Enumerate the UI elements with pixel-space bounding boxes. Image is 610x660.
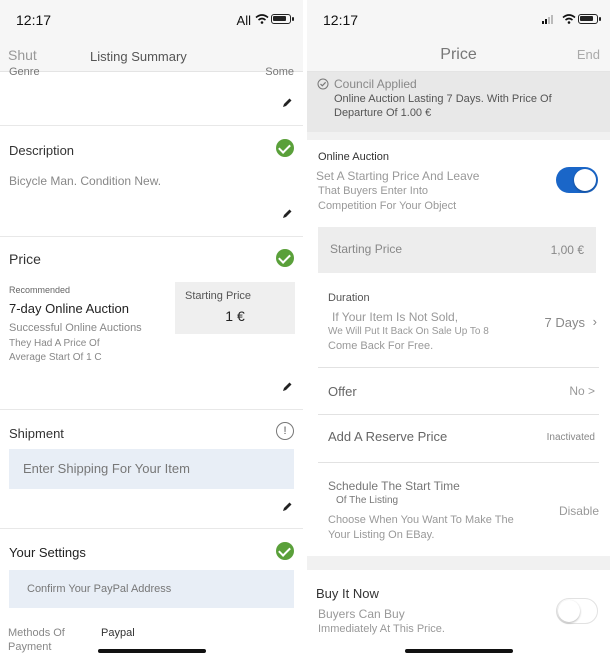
settings-title: Your Settings (9, 545, 86, 560)
page-title: Listing Summary (90, 49, 187, 64)
paypal-field[interactable]: Confirm Your PayPal Address (9, 570, 294, 608)
listing-summary-screen: 12:17 All Shut Listing Summary Genre Som… (0, 0, 303, 660)
online-auction-desc: Set A Starting Price And Leave (316, 169, 480, 183)
page-title: Price (440, 46, 477, 63)
schedule-desc: Your Listing On EBay. (328, 529, 435, 541)
duration-desc: We Will Put It Back On Sale Up To 8 (328, 326, 489, 337)
council-banner: Council Applied Online Auction Lasting 7… (307, 72, 610, 132)
offer-row[interactable]: Offer No > (318, 368, 599, 415)
duration-row[interactable]: Duration If Your Item Is Not Sold, We Wi… (318, 280, 599, 368)
description-section[interactable]: Description Bicycle Man. Condition New. (0, 127, 303, 237)
chevron-right-icon: › (592, 314, 597, 329)
check-icon (276, 139, 294, 157)
recommended-label: Recommended (9, 285, 71, 295)
offer-value: No > (569, 384, 595, 398)
reserve-label: Add A Reserve Price (328, 429, 448, 444)
buy-it-now-title: Buy It Now (316, 586, 379, 601)
banner-title: Council Applied (334, 77, 417, 91)
battery-icon (271, 14, 294, 24)
banner-text: Online Auction Lasting 7 Days. With Pric… (334, 93, 552, 105)
end-button[interactable]: End (577, 47, 600, 62)
genre-value: Some (265, 66, 294, 78)
online-auction-desc: That Buyers Enter Into (318, 185, 429, 197)
nav-bar: Shut Listing Summary (0, 38, 303, 72)
duration-desc: Come Back For Free. (328, 340, 434, 352)
offer-label: Offer (328, 384, 357, 399)
check-icon (276, 249, 294, 267)
auction-settings-card: Online Auction Set A Starting Price And … (307, 140, 610, 556)
starting-price-box[interactable]: Starting Price 1 € (175, 282, 295, 334)
genre-section[interactable]: Genre Some (0, 66, 303, 126)
battery-icon (578, 14, 601, 24)
shut-button[interactable]: Shut (8, 47, 37, 63)
edit-pencil-icon[interactable] (281, 381, 293, 393)
home-indicator (97, 649, 206, 653)
online-auction-title: Online Auction (318, 151, 389, 163)
schedule-value: Disable (558, 504, 599, 518)
status-bar: 12:17 (307, 0, 610, 38)
schedule-label: Of The Listing (336, 495, 399, 506)
reserve-value: Inactivated (546, 432, 595, 443)
payment-methods-label: Methods Of (8, 627, 65, 639)
wifi-icon (255, 14, 269, 24)
starting-price-value: 1,00 € (550, 243, 584, 257)
price-title: Price (9, 251, 41, 267)
duration-desc: If Your Item Is Not Sold, (332, 310, 459, 324)
schedule-label: Schedule The Start Time (328, 479, 460, 493)
starting-price-label: Starting Price (330, 242, 403, 256)
exclamation-icon: ! (276, 422, 294, 440)
check-circle-icon (317, 78, 329, 90)
shipment-section[interactable]: Shipment ! Enter Shipping For Your Item (0, 411, 303, 529)
carrier-label: All (236, 13, 251, 28)
price-section[interactable]: Price Recommended 7-day Online Auction S… (0, 238, 303, 410)
edit-pencil-icon[interactable] (281, 208, 293, 220)
signal-icon (542, 14, 556, 24)
shipping-field[interactable]: Enter Shipping For Your Item (9, 449, 294, 489)
auction-title: 7-day Online Auction (9, 301, 129, 316)
wifi-icon (562, 14, 576, 24)
starting-price-label: Starting Price (185, 290, 252, 302)
buy-it-now-toggle[interactable] (556, 598, 598, 624)
starting-price-value: 1 € (225, 308, 245, 324)
reserve-price-row[interactable]: Add A Reserve Price Inactivated (318, 415, 599, 463)
buy-it-now-desc: Immediately At This Price. (318, 623, 445, 635)
nav-bar: Price End (307, 38, 610, 72)
status-time: 12:17 (16, 12, 52, 28)
settings-section[interactable]: Your Settings Confirm Your PayPal Addres… (0, 530, 303, 660)
check-icon (276, 542, 294, 560)
schedule-desc: Choose When You Want To Make The (328, 514, 514, 526)
edit-pencil-icon[interactable] (281, 97, 293, 109)
price-screen: 12:17 Price End Council Applied Online A… (307, 0, 610, 660)
auction-desc: Average Start Of 1 C (9, 352, 102, 363)
auction-desc: They Had A Price Of (9, 338, 100, 349)
genre-label: Genre (9, 66, 40, 78)
shipment-title: Shipment (9, 426, 64, 441)
buy-it-now-desc: Buyers Can Buy (318, 607, 405, 621)
online-auction-toggle[interactable] (556, 167, 598, 193)
status-time: 12:17 (323, 12, 359, 28)
description-title: Description (9, 143, 75, 158)
starting-price-field[interactable]: Starting Price 1,00 € (318, 227, 596, 273)
home-indicator (404, 649, 513, 653)
schedule-row[interactable]: Schedule The Start Time Of The Listing C… (318, 463, 599, 547)
online-auction-desc: Competition For Your Object (318, 200, 457, 212)
duration-label: Duration (328, 292, 370, 304)
duration-value: 7 Days (544, 315, 585, 330)
description-text: Bicycle Man. Condition New. (9, 174, 162, 188)
buy-it-now-card: Buy It Now Buyers Can Buy Immediately At… (307, 570, 610, 660)
auction-desc: Successful Online Auctions (9, 322, 142, 334)
status-bar: 12:17 All (0, 0, 303, 38)
payment-methods-label: Payment (8, 641, 52, 653)
edit-pencil-icon[interactable] (281, 501, 293, 513)
banner-text: Departure Of 1.00 € (334, 107, 432, 119)
payment-method-value[interactable]: Paypal (101, 627, 135, 639)
